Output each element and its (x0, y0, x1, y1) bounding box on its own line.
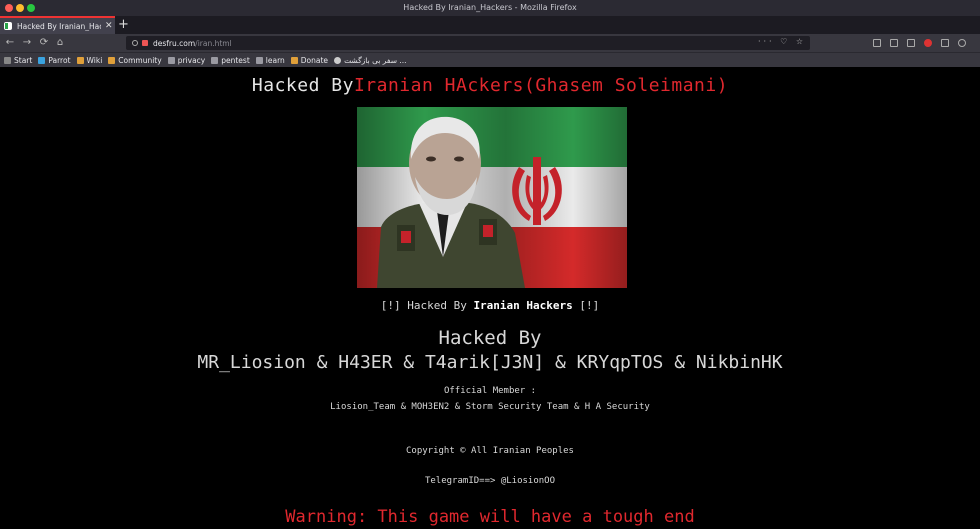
account-icon[interactable] (958, 39, 966, 47)
page-heading: Hacked ByIranian HAckers(Ghasem Soleiman… (0, 75, 980, 96)
telegram-id: TelegramID==> @LiosionOO (424, 476, 556, 486)
close-tab-icon[interactable]: ✕ (105, 21, 113, 31)
page-content: Hacked ByIranian HAckers(Ghasem Soleiman… (0, 67, 980, 529)
hacked-by-banner: [!] Hacked By Iranian Hackers [!] (0, 299, 980, 312)
flag-portrait-image (357, 107, 627, 288)
bookmark-item[interactable]: Donate (290, 55, 329, 65)
bookmark-label: سفر بی بازگشت ... (344, 55, 407, 65)
tab-active[interactable]: Hacked By Iranian_Hacke ✕ (0, 16, 115, 34)
reload-button[interactable]: ⟳ (37, 36, 51, 50)
donate-icon (290, 56, 298, 64)
folder-icon (255, 56, 263, 64)
globe-icon (334, 56, 342, 64)
info-icon[interactable] (132, 40, 138, 46)
wiki-icon (76, 56, 84, 64)
parrot-icon (38, 56, 46, 64)
page-actions-icon[interactable]: ··· ♡ ☆ (758, 37, 806, 46)
bookmark-icon (4, 56, 11, 64)
favicon-icon (4, 22, 12, 30)
bookmarks-toolbar: Start Parrot Wiki Community privacy pent… (0, 52, 980, 67)
bookmark-item[interactable]: Start (4, 56, 32, 65)
bookmark-item[interactable]: سفر بی بازگشت ... (334, 56, 407, 65)
screenshot-icon[interactable] (907, 39, 915, 47)
bookmark-label: Community (118, 55, 162, 65)
warning-text: Warning: This game will have a tough end (285, 507, 695, 527)
official-member-label: Official Member : (443, 386, 537, 396)
window-title: Hacked By Iranian_Hackers - Mozilla Fire… (403, 3, 577, 12)
bookmark-label: Donate (300, 55, 329, 65)
copyright-text: Copyright © All Iranian Peoples (406, 446, 574, 456)
tab-title: Hacked By Iranian_Hacke (17, 21, 101, 31)
forward-button[interactable]: → (20, 36, 34, 50)
tab-bar: Hacked By Iranian_Hacke ✕ + (0, 16, 980, 34)
back-button[interactable]: ← (3, 36, 17, 50)
bookmark-label: learn (265, 55, 285, 65)
url-domain: desfru.com (153, 38, 196, 48)
heading-red: Iranian HAckers(Ghasem Soleimani) (353, 75, 729, 96)
sidebar-icon[interactable] (890, 39, 898, 47)
folder-icon (167, 56, 175, 64)
banner-name: Iranian Hackers (473, 299, 573, 312)
banner-prefix: [!] Hacked By (380, 299, 474, 312)
nav-toolbar: ← → ⟳ ⌂ desfru.com /iran.html ··· ♡ ☆ (0, 34, 980, 52)
bookmark-label: Parrot (48, 55, 71, 65)
bookmark-label: privacy (177, 55, 206, 65)
bookmark-folder[interactable]: learn (255, 55, 285, 65)
library-icon[interactable] (873, 39, 881, 47)
iran-flag-image (357, 107, 627, 288)
insecure-lock-icon[interactable] (142, 40, 148, 46)
bookmark-item[interactable]: Parrot (38, 55, 71, 65)
bookmark-folder[interactable]: privacy (167, 55, 206, 65)
bookmark-label: Wiki (86, 55, 103, 65)
bookmark-item[interactable]: Community (108, 55, 162, 65)
bookmark-folder[interactable]: pentest (211, 56, 250, 65)
teams-list: Liosion_Team & MOH3EN2 & Storm Security … (330, 402, 650, 412)
bookmark-item[interactable]: Wiki (76, 55, 103, 65)
banner-suffix: [!] (572, 299, 600, 312)
addon-icon[interactable] (924, 39, 932, 47)
bookmark-label: pentest (221, 55, 250, 65)
heading-white: Hacked By (251, 75, 354, 96)
extension-icon[interactable] (941, 39, 949, 47)
home-button[interactable]: ⌂ (53, 36, 67, 50)
url-path: /iran.html (195, 38, 232, 48)
window-titlebar: Hacked By Iranian_Hackers - Mozilla Fire… (0, 0, 980, 16)
hacked-by-title: Hacked By (438, 327, 542, 349)
folder-icon (211, 56, 219, 64)
members-list: MR_Liosion & H43ER & T4arik[J3N] & KRYqp… (197, 352, 783, 373)
url-bar[interactable]: desfru.com /iran.html ··· ♡ ☆ (126, 36, 810, 50)
community-icon (108, 56, 116, 64)
new-tab-button[interactable]: + (118, 17, 129, 33)
bookmark-label: Start (14, 55, 33, 65)
